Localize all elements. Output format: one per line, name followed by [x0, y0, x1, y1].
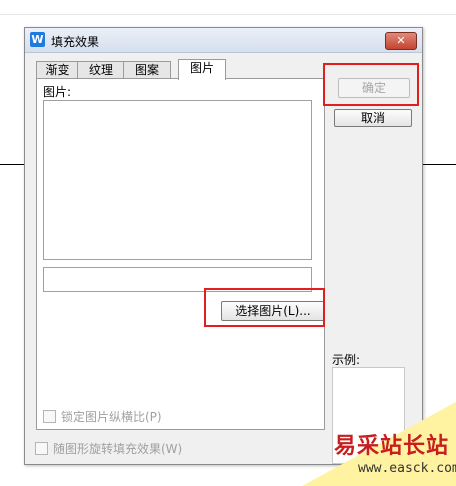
rotate-with-shape-option[interactable]: 随图形旋转填充效果(W) — [35, 440, 182, 457]
lock-aspect-ratio-option[interactable]: 锁定图片纵横比(P) — [43, 408, 162, 425]
watermark-url: www.easck.com — [358, 461, 456, 476]
picture-tab-panel: 图片: 选择图片(L)... 锁定图片纵横比(P) — [36, 78, 325, 430]
close-button[interactable]: ✕ — [385, 32, 417, 50]
select-picture-highlight — [204, 288, 325, 327]
picture-preview — [43, 100, 312, 260]
lock-aspect-ratio-checkbox[interactable] — [43, 410, 56, 423]
rotate-with-shape-label: 随图形旋转填充效果(W) — [53, 442, 183, 456]
lock-aspect-ratio-label: 锁定图片纵横比(P) — [61, 410, 162, 424]
tab-gradient[interactable]: 渐变 — [36, 61, 79, 79]
rotate-with-shape-checkbox[interactable] — [35, 442, 48, 455]
tab-texture[interactable]: 纹理 — [77, 61, 125, 79]
ok-button-highlight — [323, 63, 419, 106]
background-line-top — [0, 14, 456, 15]
dialog-title: 填充效果 — [51, 35, 100, 49]
title-bar[interactable]: W 填充效果 ✕ — [25, 28, 422, 53]
wps-writer-icon: W — [30, 32, 45, 47]
close-icon: ✕ — [396, 34, 406, 47]
tab-picture[interactable]: 图片 — [178, 59, 226, 80]
tab-pattern[interactable]: 图案 — [123, 61, 171, 79]
background-line-left — [0, 164, 24, 165]
watermark-text: 易采站长站 — [334, 433, 450, 459]
cancel-button[interactable]: 取消 — [334, 109, 412, 127]
background-line-right — [422, 164, 456, 165]
site-watermark: 易采站长站 www.easck.com — [334, 428, 456, 486]
picture-label: 图片: — [43, 85, 72, 99]
example-label: 示例: — [332, 353, 361, 367]
